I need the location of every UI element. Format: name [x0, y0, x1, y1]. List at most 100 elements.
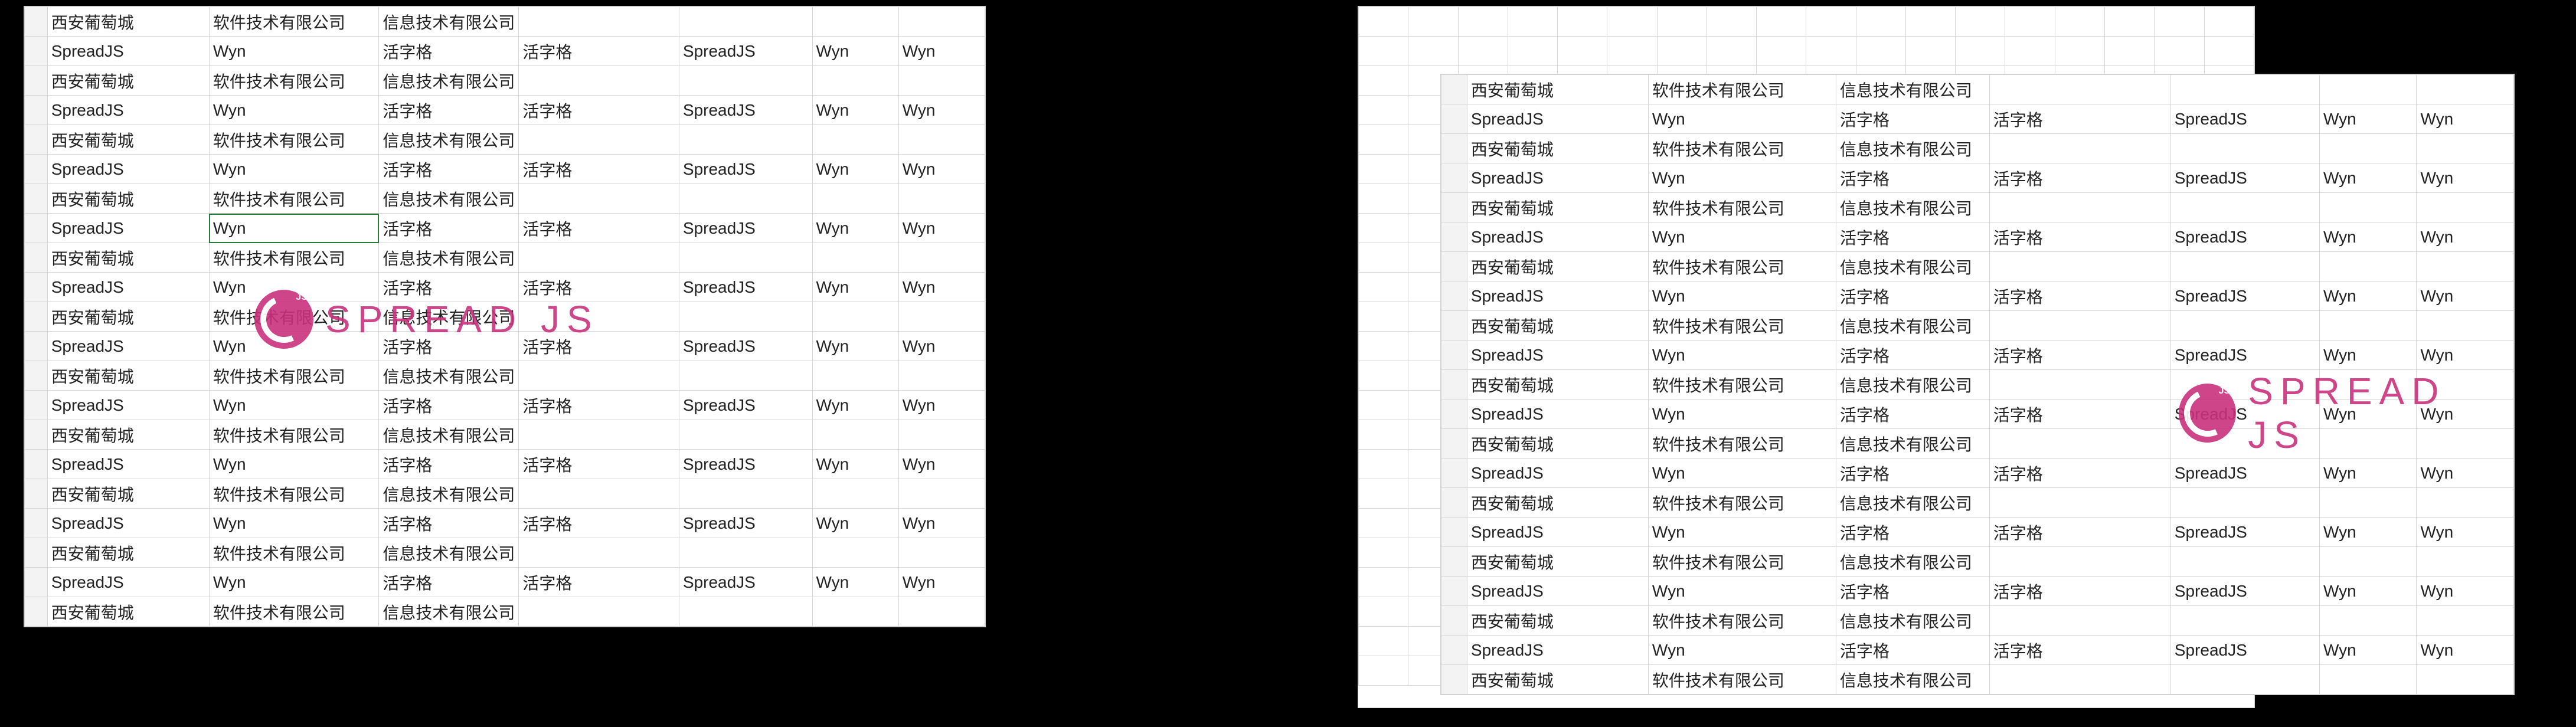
row-header[interactable] — [25, 509, 48, 538]
cell[interactable] — [679, 243, 812, 273]
row-header[interactable] — [1441, 518, 1467, 547]
cell[interactable]: 信息技术有限公司 — [379, 479, 519, 509]
cell[interactable]: 西安葡萄城 — [47, 302, 209, 332]
cell[interactable] — [1856, 37, 1905, 66]
cell[interactable]: Wyn — [2417, 340, 2514, 370]
row-header[interactable] — [25, 155, 48, 184]
cell[interactable]: 西安葡萄城 — [1467, 193, 1648, 222]
cell[interactable]: 活字格 — [1836, 399, 1989, 429]
cell[interactable]: Wyn — [209, 273, 379, 302]
cell[interactable] — [1359, 37, 1408, 66]
cell[interactable] — [1359, 96, 1408, 125]
cell[interactable]: 活字格 — [519, 391, 679, 420]
cell[interactable] — [679, 184, 812, 214]
cell[interactable] — [898, 361, 985, 391]
cell[interactable] — [1989, 606, 2170, 636]
cell[interactable] — [1359, 302, 1408, 332]
cell[interactable] — [898, 243, 985, 273]
cell[interactable] — [2320, 370, 2417, 399]
cell[interactable]: SpreadJS — [47, 96, 209, 125]
cell[interactable]: 软件技术有限公司 — [1648, 547, 1836, 577]
cell[interactable]: Wyn — [209, 509, 379, 538]
cell[interactable] — [1408, 37, 1458, 66]
cell[interactable] — [1359, 597, 1408, 627]
cell[interactable] — [1956, 7, 2005, 37]
cell[interactable] — [1806, 37, 1856, 66]
cell[interactable] — [1989, 134, 2170, 163]
cell[interactable] — [1558, 7, 1607, 37]
cell[interactable] — [812, 479, 898, 509]
cell[interactable] — [1657, 7, 1707, 37]
cell[interactable]: Wyn — [898, 332, 985, 361]
cell[interactable] — [2320, 429, 2417, 459]
row-header[interactable] — [1441, 222, 1467, 252]
cell[interactable]: 活字格 — [379, 273, 519, 302]
cell[interactable]: 活字格 — [379, 332, 519, 361]
cell[interactable]: 软件技术有限公司 — [1648, 488, 1836, 518]
cell[interactable] — [2417, 488, 2514, 518]
cell[interactable]: Wyn — [812, 568, 898, 597]
cell[interactable]: 软件技术有限公司 — [209, 302, 379, 332]
cell[interactable] — [1757, 37, 1806, 66]
cell[interactable] — [1508, 37, 1557, 66]
cell[interactable]: 活字格 — [379, 155, 519, 184]
cell[interactable] — [1359, 656, 1408, 686]
cell[interactable] — [2170, 252, 2319, 281]
cell[interactable]: SpreadJS — [47, 155, 209, 184]
cell[interactable] — [1359, 214, 1408, 243]
cell[interactable]: 西安葡萄城 — [47, 479, 209, 509]
row-header[interactable] — [1441, 459, 1467, 488]
cell[interactable]: 信息技术有限公司 — [1836, 134, 1989, 163]
cell[interactable]: SpreadJS — [1467, 163, 1648, 193]
cell[interactable]: Wyn — [2320, 104, 2417, 134]
cell[interactable] — [1707, 37, 1756, 66]
cell[interactable] — [2417, 75, 2514, 104]
cell[interactable] — [519, 361, 679, 391]
cell[interactable]: 活字格 — [1836, 104, 1989, 134]
row-header[interactable] — [25, 479, 48, 509]
cell[interactable] — [898, 479, 985, 509]
cell[interactable] — [1989, 547, 2170, 577]
cell[interactable]: 活字格 — [519, 155, 679, 184]
row-header[interactable] — [1441, 636, 1467, 665]
cell[interactable]: 软件技术有限公司 — [209, 361, 379, 391]
cell[interactable]: 活字格 — [1836, 636, 1989, 665]
cell[interactable]: 活字格 — [1836, 281, 1989, 311]
cell[interactable] — [2170, 193, 2319, 222]
cell[interactable] — [2320, 606, 2417, 636]
cell[interactable]: 活字格 — [519, 273, 679, 302]
cell[interactable] — [812, 7, 898, 37]
cell[interactable] — [2170, 488, 2319, 518]
cell[interactable] — [1359, 66, 1408, 96]
cell[interactable]: 西安葡萄城 — [47, 66, 209, 96]
cell[interactable] — [1359, 273, 1408, 302]
grid-right[interactable]: 西安葡萄城软件技术有限公司信息技术有限公司SpreadJSWyn活字格活字格Sp… — [1441, 74, 2514, 695]
cell[interactable] — [1359, 332, 1408, 361]
cell[interactable]: SpreadJS — [679, 568, 812, 597]
row-header[interactable] — [25, 125, 48, 155]
cell[interactable]: Wyn — [2417, 459, 2514, 488]
row-header[interactable] — [1441, 104, 1467, 134]
cell[interactable]: Wyn — [2320, 636, 2417, 665]
cell[interactable]: 西安葡萄城 — [47, 125, 209, 155]
cell[interactable] — [1657, 37, 1707, 66]
cell[interactable]: Wyn — [2320, 281, 2417, 311]
cell[interactable] — [679, 479, 812, 509]
cell[interactable] — [1905, 7, 1955, 37]
cell[interactable] — [1458, 7, 1508, 37]
cell[interactable] — [519, 479, 679, 509]
row-header[interactable] — [25, 214, 48, 243]
spreadsheet-left[interactable]: 西安葡萄城软件技术有限公司信息技术有限公司SpreadJSWyn活字格活字格Sp… — [24, 6, 986, 627]
cell[interactable]: Wyn — [812, 96, 898, 125]
cell[interactable]: Wyn — [2417, 222, 2514, 252]
cell[interactable] — [898, 420, 985, 450]
cell[interactable]: 信息技术有限公司 — [1836, 370, 1989, 399]
cell[interactable] — [812, 361, 898, 391]
cell[interactable] — [2320, 488, 2417, 518]
cell[interactable] — [2320, 75, 2417, 104]
row-header[interactable] — [25, 243, 48, 273]
cell[interactable]: 信息技术有限公司 — [379, 597, 519, 627]
cell[interactable]: SpreadJS — [679, 96, 812, 125]
cell[interactable]: SpreadJS — [2170, 636, 2319, 665]
cell[interactable]: 西安葡萄城 — [1467, 606, 1648, 636]
